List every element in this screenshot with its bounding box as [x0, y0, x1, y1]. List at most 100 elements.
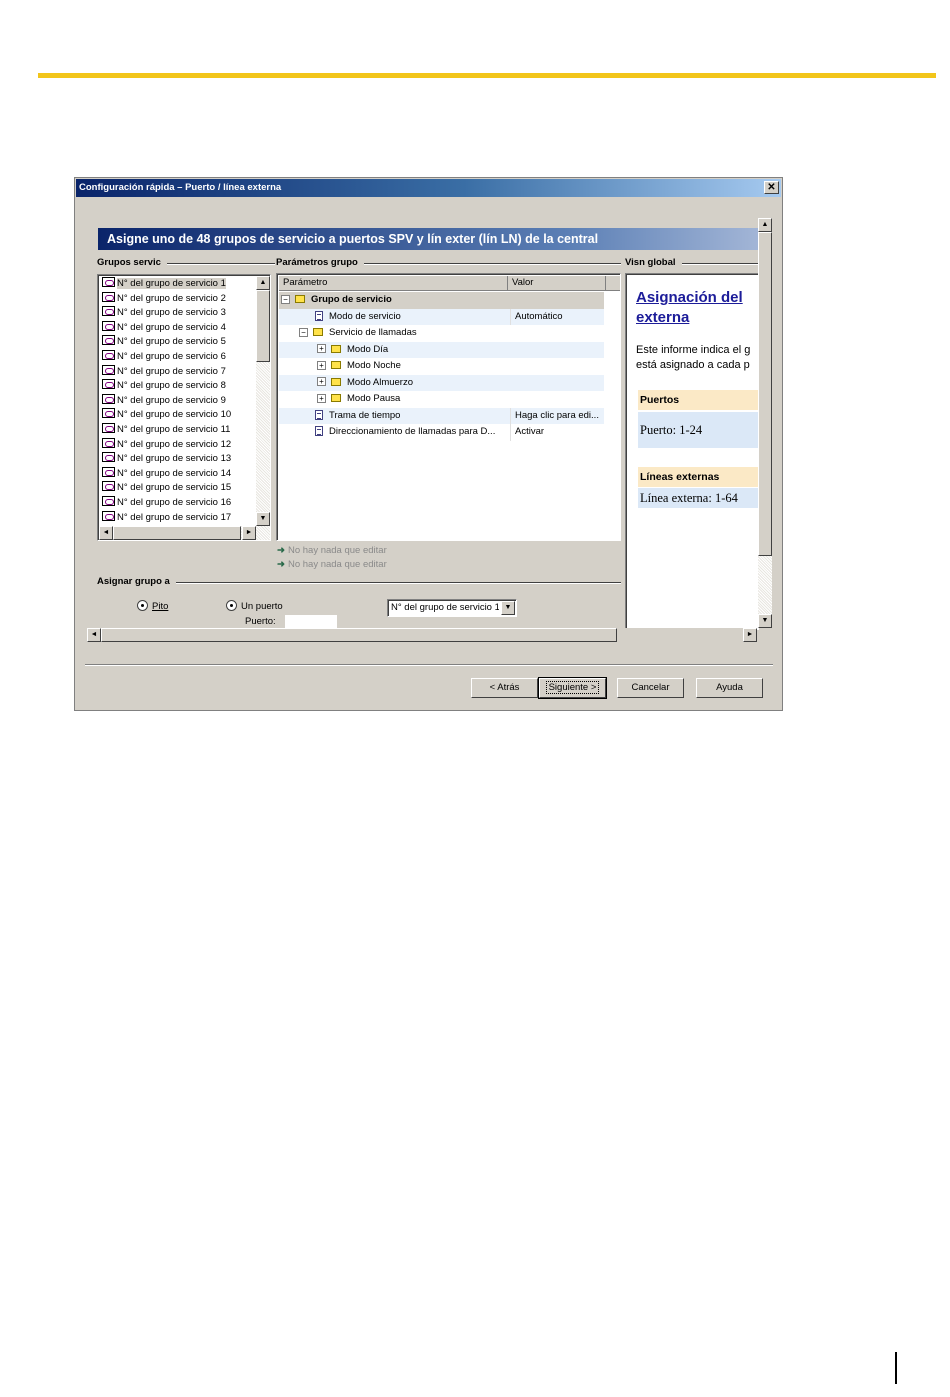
folder-icon — [331, 361, 341, 370]
arrow-right-icon: ➜ — [277, 545, 285, 556]
service-group-icon — [102, 393, 115, 404]
help-button[interactable]: Ayuda — [696, 678, 763, 698]
service-group-icon — [102, 277, 115, 287]
scroll-thumb[interactable] — [758, 232, 772, 556]
list-item[interactable]: N° del grupo de servicio 8 — [100, 379, 256, 394]
scroll-down-button[interactable]: ▼ — [758, 614, 772, 628]
list-item[interactable]: N° del grupo de servicio 9 — [100, 393, 256, 409]
view-section-title: Visn global — [625, 257, 682, 268]
expand-icon[interactable]: + — [317, 344, 326, 354]
column-header-value[interactable]: Valor — [508, 276, 606, 291]
scroll-up-button[interactable]: ▲ — [256, 276, 270, 290]
document-icon — [315, 310, 323, 321]
cancel-button[interactable]: Cancelar — [617, 678, 684, 698]
expand-icon[interactable]: + — [317, 360, 326, 370]
scroll-left-button[interactable]: ◄ — [87, 628, 101, 642]
table-row[interactable]: + Modo Almuerzo — [279, 374, 604, 391]
column-header-spacer — [606, 276, 620, 291]
radio-indicator[interactable] — [137, 600, 148, 611]
back-button[interactable]: < Atrás — [471, 678, 538, 698]
scroll-thumb[interactable] — [113, 526, 241, 540]
list-item[interactable]: N° del grupo de servicio 14 — [100, 466, 256, 482]
expand-icon[interactable]: + — [317, 393, 326, 403]
list-item[interactable]: N° del grupo de servicio 1 — [100, 277, 256, 292]
service-group-icon — [102, 481, 115, 492]
list-item[interactable]: N° del grupo de servicio 17 — [100, 510, 256, 526]
expand-icon[interactable]: + — [317, 377, 326, 387]
table-row[interactable]: − Grupo de servicio — [279, 292, 604, 309]
service-group-icon — [102, 291, 115, 302]
dialog-titlebar[interactable]: Configuración rápida – Puerto / línea ex… — [76, 179, 781, 197]
list-item[interactable]: N° del grupo de servicio 16 — [100, 496, 256, 511]
list-item[interactable]: N° del grupo de servicio 7 — [100, 364, 256, 380]
combo-selected-value: N° del grupo de servicio 1 — [391, 602, 499, 613]
param-value-cell[interactable]: Automático — [510, 308, 604, 325]
list-item[interactable]: N° del grupo de servicio 10 — [100, 408, 256, 423]
combo-dropdown-button[interactable]: ▼ — [501, 601, 515, 615]
close-button[interactable]: ✕ — [764, 181, 779, 194]
service-group-icon — [102, 364, 115, 375]
table-row[interactable]: Trama de tiempo Haga clic para edi... — [279, 407, 604, 425]
scroll-down-button[interactable]: ▼ — [256, 512, 270, 526]
radio-pito[interactable]: Pito — [137, 600, 168, 612]
service-group-icon — [102, 379, 115, 390]
table-row[interactable]: Modo de servicio Automático — [279, 308, 604, 325]
puerto-input[interactable] — [285, 615, 337, 628]
chevron-down-icon: ▼ — [504, 604, 512, 611]
param-name-cell: Direccionamiento de llamadas para D... — [299, 424, 495, 441]
list-item[interactable]: N° del grupo de servicio 3 — [100, 306, 256, 321]
page-header-rule — [38, 73, 936, 78]
list-item[interactable]: N° del grupo de servicio 15 — [100, 481, 256, 496]
list-item[interactable]: N° del grupo de servicio 11 — [100, 423, 256, 438]
table-row[interactable]: + Modo Noche — [279, 358, 604, 375]
scroll-right-button[interactable]: ► — [242, 526, 256, 540]
client-hscrollbar[interactable]: ◄ ► — [87, 628, 757, 642]
scroll-right-button[interactable]: ► — [743, 628, 757, 642]
list-item[interactable]: N° del grupo de servicio 12 — [100, 437, 256, 453]
dialog-title: Configuración rápida – Puerto / línea ex… — [79, 182, 282, 193]
param-value-cell[interactable]: Activar — [510, 424, 604, 441]
report-lines-value: Línea externa: 1-64 — [638, 488, 758, 508]
group-list-vscrollbar[interactable]: ▲ ▼ — [256, 276, 270, 526]
report-title[interactable]: Asignación del externa — [636, 288, 743, 328]
table-row[interactable]: + Modo Día — [279, 341, 604, 358]
service-group-list[interactable]: N° del grupo de servicio 1 N° del grupo d… — [97, 274, 271, 541]
scroll-thumb[interactable] — [101, 628, 617, 642]
param-name-cell: − Servicio de llamadas — [299, 325, 417, 342]
arrow-down-icon: ▼ — [259, 515, 267, 522]
list-item[interactable]: N° del grupo de servicio 6 — [100, 350, 256, 365]
client-vscrollbar[interactable]: ▲ ▼ — [758, 218, 772, 628]
scroll-thumb[interactable] — [256, 290, 270, 362]
list-item[interactable]: N° del grupo de servicio 5 — [100, 335, 256, 350]
table-row[interactable]: Direccionamiento de llamadas para D... Ac… — [279, 424, 604, 441]
list-item[interactable]: N° del grupo de servicio 4 — [100, 320, 256, 336]
group-parameters-grid[interactable]: Parámetro Valor − Grupo de servicio Modo d… — [276, 273, 621, 541]
groups-section-title: Grupos servic — [97, 257, 167, 268]
folder-icon — [295, 295, 305, 304]
group-list-hscrollbar[interactable]: ◄ ► — [99, 526, 270, 540]
service-group-combo[interactable]: N° del grupo de servicio 1 ▼ — [387, 599, 517, 617]
radio-un-puerto[interactable]: Un puerto — [226, 600, 283, 612]
collapse-icon[interactable]: − — [281, 294, 290, 304]
scroll-up-button[interactable]: ▲ — [758, 218, 772, 232]
folder-icon — [331, 394, 341, 403]
table-row[interactable]: + Modo Pausa — [279, 391, 604, 408]
param-name-cell: − Grupo de servicio — [281, 292, 392, 309]
service-group-icon — [102, 466, 115, 477]
collapse-icon[interactable]: − — [299, 327, 308, 337]
page-edge-mark — [895, 1352, 897, 1384]
param-name-cell: Trama de tiempo — [299, 408, 400, 425]
document-icon — [315, 409, 323, 420]
service-group-icon — [102, 408, 115, 419]
list-item[interactable]: N° del grupo de servicio 2 — [100, 291, 256, 307]
table-row[interactable]: − Servicio de llamadas — [279, 325, 604, 342]
column-header-parameter[interactable]: Parámetro — [279, 276, 508, 291]
scroll-left-button[interactable]: ◄ — [99, 526, 113, 540]
param-value-cell[interactable]: Haga clic para edi... — [510, 407, 604, 424]
list-item[interactable]: N° del grupo de servicio 13 — [100, 452, 256, 467]
radio-indicator[interactable] — [226, 600, 237, 611]
service-group-icon — [102, 510, 115, 521]
service-group-icon — [102, 306, 115, 317]
next-button[interactable]: Siguiente > — [538, 677, 607, 699]
arrow-left-icon: ◄ — [90, 631, 98, 638]
